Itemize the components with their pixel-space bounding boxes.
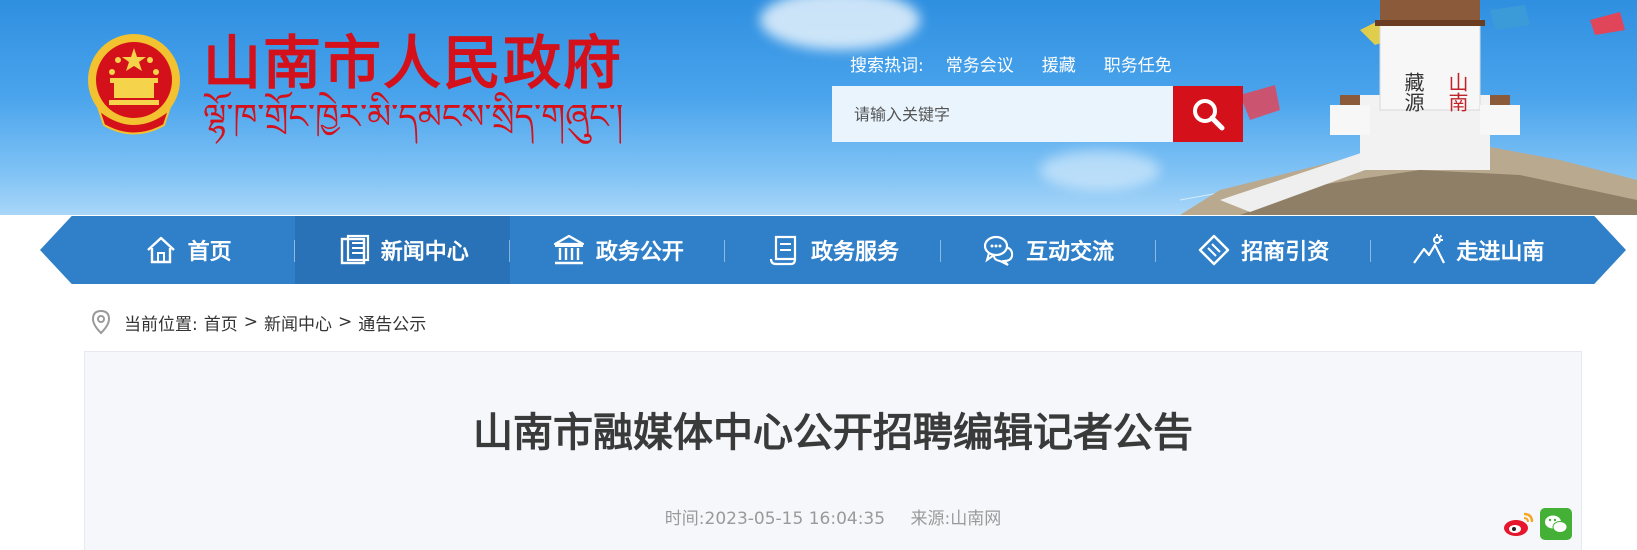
search-input[interactable]: [832, 86, 1173, 142]
nav-label: 走进山南: [1456, 240, 1545, 265]
breadcrumb-link-news[interactable]: 新闻中心: [264, 310, 332, 335]
breadcrumb-link-home[interactable]: 首页: [204, 310, 238, 335]
breadcrumb-separator: >: [337, 312, 353, 332]
cloud-decoration: [1040, 150, 1160, 190]
nav-item-home[interactable]: 首页: [80, 216, 296, 284]
site-title-tibetan: ལྷོ་ཁ་གྲོང་ཁྱེར་མི་དམངས་སྲིད་གཞུང་།: [203, 97, 624, 137]
nav-label: 首页: [187, 240, 232, 265]
shannan-tower-illustration: 藏源 山南: [1180, 0, 1637, 215]
home-icon: [146, 236, 175, 264]
search-icon: [1193, 99, 1225, 131]
wechat-icon[interactable]: [1540, 508, 1572, 540]
breadcrumb-link-notices[interactable]: 通告公示: [358, 310, 426, 335]
search-button[interactable]: [1173, 86, 1243, 142]
weibo-icon[interactable]: [1502, 508, 1534, 540]
national-emblem-logo: [88, 34, 180, 135]
nav-label: 互动交流: [1026, 240, 1115, 265]
breadcrumb-prefix: 当前位置:: [124, 314, 198, 335]
nav-item-interaction[interactable]: 互动交流: [941, 216, 1156, 284]
hot-word-link[interactable]: 职务任免: [1104, 51, 1172, 76]
cloud-decoration: [760, 0, 920, 50]
hot-word-link[interactable]: 援藏: [1042, 51, 1076, 76]
nav-item-news[interactable]: 新闻中心: [295, 216, 511, 284]
hot-search-words: 搜索热词: 常务会议 援藏 职务任免: [850, 50, 1200, 76]
share-bar: [1502, 508, 1572, 540]
nav-label: 新闻中心: [380, 240, 469, 265]
nav-item-government-affairs[interactable]: 政务公开: [510, 216, 726, 284]
nav-item-government-services[interactable]: 政务服务: [725, 216, 941, 284]
nav-item-about-shannan[interactable]: 走进山南: [1371, 216, 1586, 284]
chat-bubbles-icon: [984, 235, 1014, 266]
news-icon: [340, 234, 369, 265]
mountain-icon: [1413, 234, 1446, 264]
government-building-icon: [553, 234, 584, 265]
article-time: 时间:2023-05-15 16:04:35: [664, 509, 886, 529]
breadcrumb: 当前位置: 首页 > 新闻中心 > 通告公示: [90, 308, 426, 336]
hot-search-label: 搜索热词:: [850, 55, 924, 76]
service-scroll-icon: [769, 235, 797, 266]
site-header: 藏源 山南 山南市人民政府 ལྷོ་ཁ་གྲོང་ཁྱེར་མི་དམངས་སྲ…: [0, 0, 1637, 215]
nav-label: 政务公开: [595, 240, 684, 265]
tower-label-right: 山南: [1445, 72, 1467, 112]
nav-item-investment[interactable]: 招商引资: [1156, 216, 1371, 284]
site-title: 山南市人民政府: [203, 29, 624, 97]
main-nav: 首页 新闻中心 政务公开 政务服务 互动交流 招商引资 走进山南: [40, 216, 1626, 284]
breadcrumb-separator: >: [243, 312, 258, 332]
article-source: 来源:山南网: [910, 509, 1002, 529]
article-meta: 时间:2023-05-15 16:04:35 来源:山南网: [85, 504, 1581, 529]
handshake-icon: [1199, 234, 1230, 266]
location-pin-icon: [91, 309, 111, 335]
article-panel: 山南市融媒体中心公开招聘编辑记者公告 时间:2023-05-15 16:04:3…: [84, 351, 1582, 550]
hot-word-link[interactable]: 常务会议: [946, 51, 1014, 76]
article-title: 山南市融媒体中心公开招聘编辑记者公告: [473, 410, 1193, 456]
nav-label: 政务服务: [810, 240, 899, 265]
nav-label: 招商引资: [1241, 240, 1330, 265]
tower-label-left: 藏源: [1401, 72, 1424, 112]
